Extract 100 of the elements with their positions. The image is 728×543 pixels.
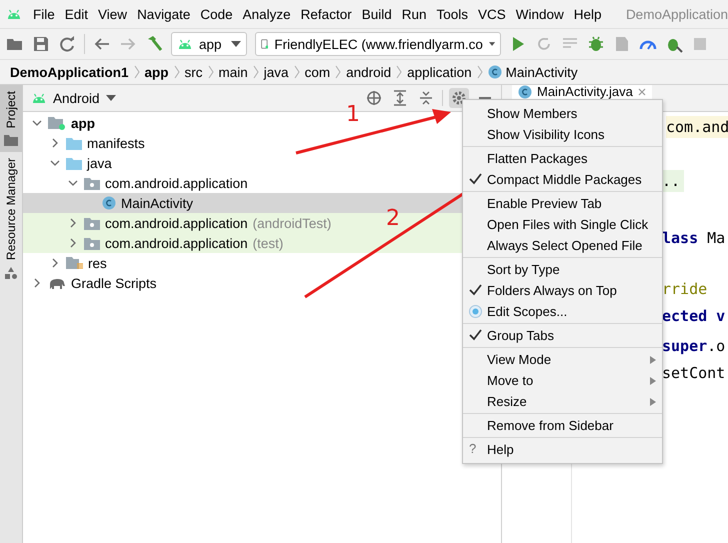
menu-item[interactable]: Compact Middle Packages — [463, 169, 662, 190]
breadcrumb-item[interactable]: MainActivity — [488, 64, 578, 80]
expand-all-icon[interactable] — [393, 90, 407, 106]
caret-icon — [488, 41, 495, 47]
class-icon — [488, 65, 502, 79]
menu-item[interactable]: Group Tabs — [463, 325, 662, 346]
chevron-right-icon — [476, 65, 483, 79]
chevron-right-icon — [174, 65, 180, 79]
tree-item[interactable]: com.android.application — [84, 176, 248, 190]
settings-icon — [452, 91, 466, 105]
crosshair-icon[interactable] — [366, 90, 382, 106]
collapse-all-icon[interactable] — [419, 90, 433, 106]
caret-icon — [231, 41, 241, 47]
chevron-right-icon[interactable] — [50, 258, 60, 268]
breadcrumb-item[interactable]: main — [218, 64, 248, 80]
side-tab[interactable]: Resource Manager — [0, 152, 22, 286]
breadcrumb-item[interactable]: application — [407, 64, 472, 80]
breadcrumb-item[interactable]: DemoApplication1 — [10, 64, 129, 80]
chevron-down-icon[interactable] — [50, 158, 60, 168]
menu-item[interactable]: Tools — [432, 6, 474, 22]
tree-item[interactable]: app — [48, 116, 96, 130]
tree-item[interactable]: com.android.application — [84, 216, 248, 230]
tree-item[interactable]: manifests — [66, 136, 145, 150]
close-icon[interactable] — [638, 88, 646, 96]
menu-item[interactable]: File — [28, 6, 60, 22]
breadcrumb-item[interactable]: android — [346, 64, 392, 80]
sync-icon[interactable] — [58, 35, 76, 53]
breadcrumb-item[interactable]: app — [144, 64, 169, 80]
resource-folder-icon — [66, 256, 83, 270]
chevron-right-icon — [252, 65, 259, 79]
menu-item[interactable]: View — [93, 6, 132, 22]
android-logo-icon — [6, 8, 22, 20]
folder-icon — [66, 156, 82, 170]
breadcrumb-item[interactable]: java — [264, 64, 289, 80]
chevron-right-icon — [294, 65, 300, 79]
class-icon — [102, 196, 116, 210]
radio-icon — [469, 305, 482, 318]
menu-item[interactable]: Enable Preview Tab — [463, 193, 662, 214]
chevron-down-icon[interactable] — [68, 178, 78, 188]
menu-item[interactable]: Move to — [463, 370, 662, 391]
folder-icon — [66, 136, 82, 150]
window-title: DemoApplication — [624, 6, 728, 22]
menu-item[interactable]: Show Members — [463, 103, 662, 124]
menu-item[interactable]: Run — [396, 6, 432, 22]
package-icon — [84, 176, 100, 190]
chevron-right-icon[interactable] — [32, 278, 42, 288]
menu-item[interactable]: Window — [510, 6, 569, 22]
menu-item[interactable]: Help — [568, 6, 607, 22]
breadcrumb-item[interactable]: src — [184, 64, 203, 80]
side-tab[interactable]: Project — [0, 85, 22, 152]
chevron-right-icon — [134, 65, 140, 79]
chevron-right-icon[interactable] — [50, 138, 60, 148]
save-icon[interactable] — [32, 35, 50, 53]
code-line: ected v — [662, 306, 726, 327]
chevron-right-icon — [335, 65, 342, 79]
menu-item[interactable]: Flatten Packages — [463, 148, 662, 169]
tree-item[interactable]: com.android.application — [84, 236, 248, 250]
step-number: 1 — [346, 102, 360, 127]
code-line: rride — [662, 279, 708, 300]
tree-item[interactable]: res — [66, 256, 107, 270]
chevron-right-icon[interactable] — [68, 218, 78, 228]
folder-icon — [4, 134, 18, 146]
menu-item[interactable]: Navigate — [132, 6, 196, 22]
menu-item[interactable]: Open Files with Single Click — [463, 214, 662, 235]
menu-item[interactable]: ? Help — [463, 439, 662, 460]
bug-icon[interactable] — [587, 35, 605, 53]
menu-item[interactable]: Refactor — [296, 6, 357, 22]
submenu-arrow-icon — [650, 398, 656, 406]
submenu-arrow-icon — [650, 356, 656, 364]
chevron-right-icon[interactable] — [68, 238, 78, 248]
editor-tab[interactable]: MainActivity.java — [512, 85, 652, 99]
android-icon — [31, 92, 47, 104]
chevron-down-icon[interactable] — [32, 118, 42, 128]
menu-item[interactable]: Always Select Opened File — [463, 235, 662, 256]
class-icon — [518, 85, 532, 99]
tree-item[interactable]: java — [66, 156, 112, 170]
menu-item[interactable]: Resize — [463, 391, 662, 412]
source-set-hint: (androidTest) — [252, 216, 332, 230]
menu-item[interactable]: Analyze — [238, 6, 296, 22]
menu-item[interactable]: Folders Always on Top — [463, 280, 662, 301]
menu-item[interactable]: Show Visibility Icons — [463, 124, 662, 145]
caret-icon — [106, 95, 116, 101]
breadcrumb-item[interactable]: com — [304, 64, 330, 80]
menu-item[interactable]: Edit Scopes... — [463, 301, 662, 322]
menu-item[interactable]: Sort by Type — [463, 259, 662, 280]
menu-item[interactable]: View Mode — [463, 349, 662, 370]
menu-item[interactable]: Code — [195, 6, 238, 22]
run-configuration-dropdown[interactable]: app — [171, 32, 247, 56]
tree-item[interactable]: MainActivity — [102, 196, 194, 210]
minimize-icon[interactable] — [479, 96, 491, 100]
menu-item[interactable]: Edit — [60, 6, 94, 22]
menu-item[interactable]: VCS — [473, 6, 511, 22]
view-selector[interactable]: Android — [31, 90, 116, 106]
shapes-icon — [4, 266, 18, 280]
step-number: 2 — [386, 206, 400, 231]
chevron-right-icon — [208, 65, 214, 79]
menu-item[interactable]: Remove from Sidebar — [463, 415, 662, 436]
tree-item[interactable]: Gradle Scripts — [48, 276, 157, 290]
menu-item[interactable]: Build — [356, 6, 397, 22]
device-dropdown[interactable]: FriendlyELEC (www.friendlyarm.co — [255, 32, 501, 56]
